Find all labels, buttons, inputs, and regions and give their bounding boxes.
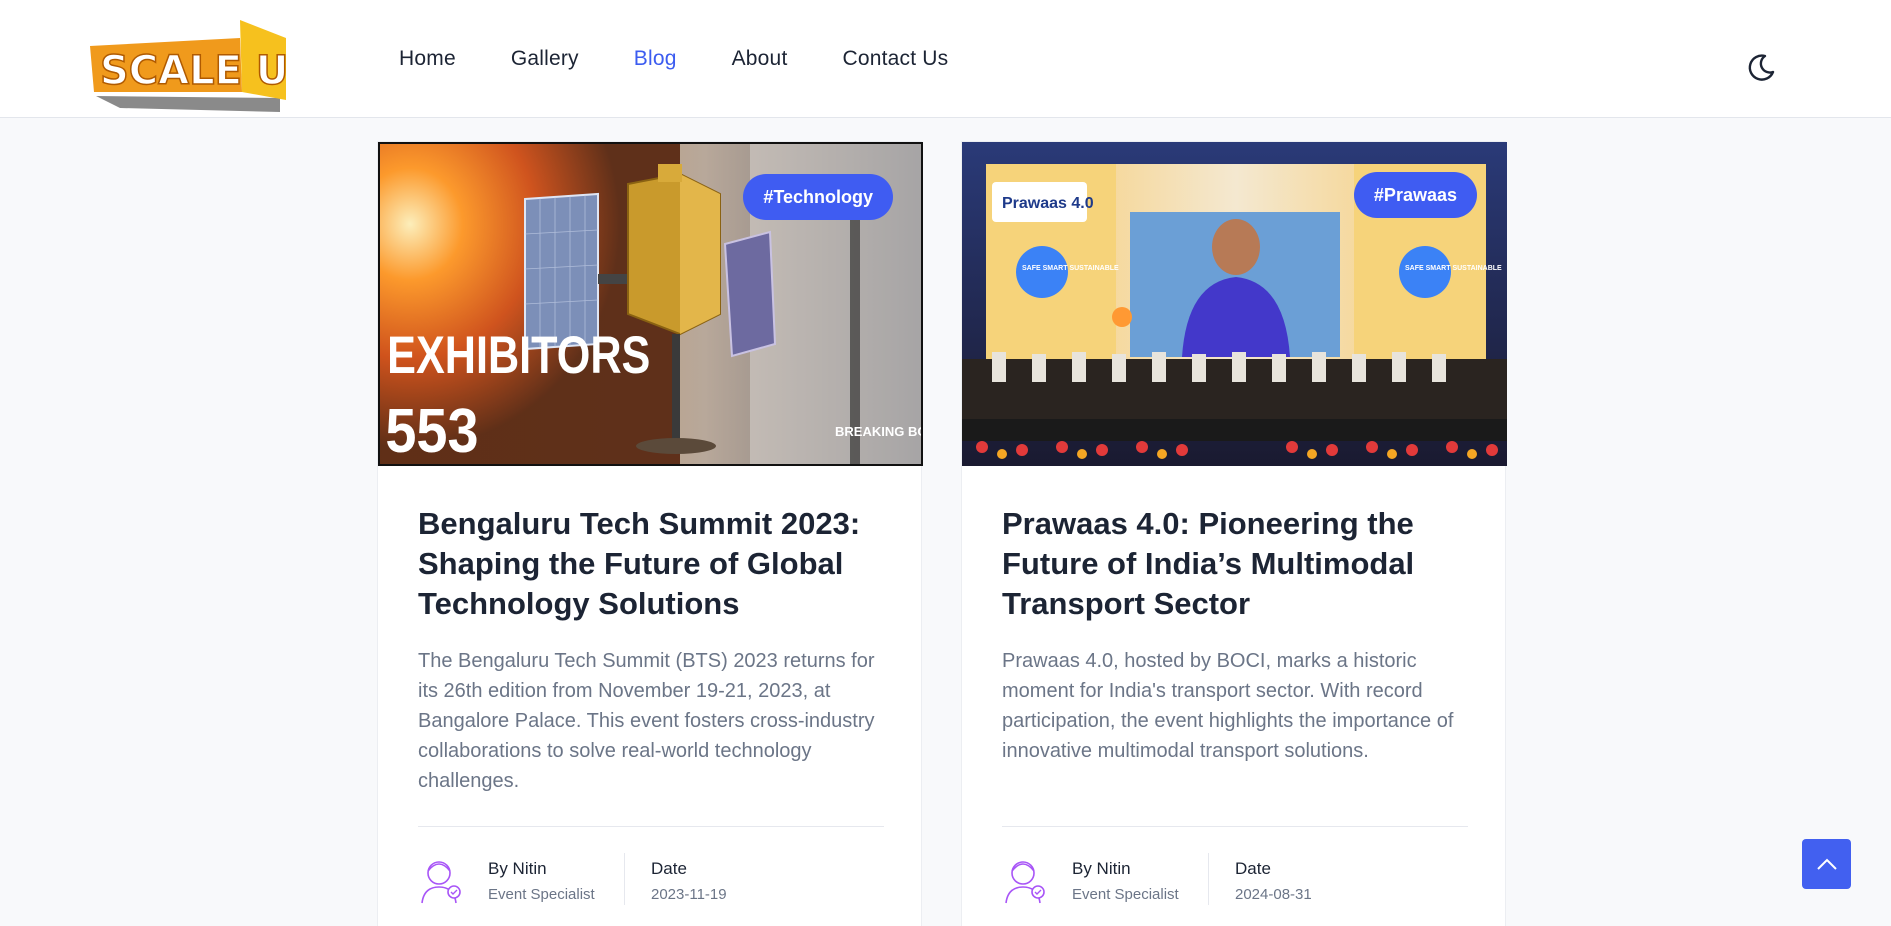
theme-toggle-button[interactable] [1745, 52, 1777, 84]
post-date: 2024-08-31 [1235, 886, 1312, 903]
main-nav: Home Gallery Blog About Contact Us [399, 0, 1003, 118]
logo-text: SCALE UP [100, 48, 290, 94]
svg-text:SAFE SMART SUSTAINABLE: SAFE SMART SUSTAINABLE [1405, 265, 1502, 272]
author-role: Event Specialist [1072, 886, 1179, 903]
scroll-to-top-button[interactable] [1802, 839, 1851, 889]
post-date: 2023-11-19 [651, 886, 727, 903]
date-label: Date [1235, 859, 1271, 878]
overlay-breaking: BREAKING BOUNDARIES [835, 424, 921, 439]
blog-card[interactable]: EXHIBITORS 553 BREAKING BOUNDARIES #Tech… [377, 141, 923, 926]
nav-blog[interactable]: Blog [634, 47, 677, 71]
svg-text:SAFE SMART SUSTAINABLE: SAFE SMART SUSTAINABLE [1022, 265, 1119, 272]
moon-icon [1748, 54, 1775, 81]
author-avatar-icon [1005, 861, 1045, 904]
author-name: By Nitin [1072, 859, 1131, 878]
author-name: By Nitin [488, 859, 547, 878]
card-divider [418, 826, 884, 827]
author-role: Event Specialist [488, 886, 595, 903]
tag-badge[interactable]: #Prawaas [1353, 172, 1477, 218]
banner-text: Prawaas 4.0 [1002, 195, 1094, 212]
nav-about[interactable]: About [732, 47, 788, 71]
chevron-up-icon [1816, 858, 1837, 870]
scaleup-logo[interactable]: SCALE UP [90, 16, 290, 112]
nav-contact-us[interactable]: Contact Us [842, 47, 948, 71]
post-title[interactable]: Bengaluru Tech Summit 2023: Shaping the … [418, 504, 888, 624]
author-avatar-icon [421, 861, 461, 904]
post-title[interactable]: Prawaas 4.0: Pioneering the Future of In… [1002, 504, 1472, 624]
nav-gallery[interactable]: Gallery [511, 47, 579, 71]
card-divider [1002, 826, 1468, 827]
date-label: Date [651, 859, 687, 878]
post-excerpt: Prawaas 4.0, hosted by BOCI, marks a his… [1002, 650, 1454, 762]
meta-separator [624, 853, 625, 905]
nav-home[interactable]: Home [399, 47, 456, 71]
post-excerpt: The Bengaluru Tech Summit (BTS) 2023 ret… [418, 650, 875, 792]
post-image[interactable]: EXHIBITORS 553 BREAKING BOUNDARIES #Tech… [378, 142, 923, 466]
tag-badge[interactable]: #Technology [743, 174, 893, 220]
overlay-number: 553 [385, 397, 478, 464]
blog-card[interactable]: Prawaas 4.0 SAFE SMART SUSTAINABLE SAFE … [961, 141, 1507, 926]
post-image[interactable]: Prawaas 4.0 SAFE SMART SUSTAINABLE SAFE … [962, 142, 1507, 466]
site-header: SCALE UP Home Gallery Blog About Contact… [0, 0, 1891, 118]
overlay-exhibitors: EXHIBITORS [387, 326, 650, 385]
meta-separator [1208, 853, 1209, 905]
